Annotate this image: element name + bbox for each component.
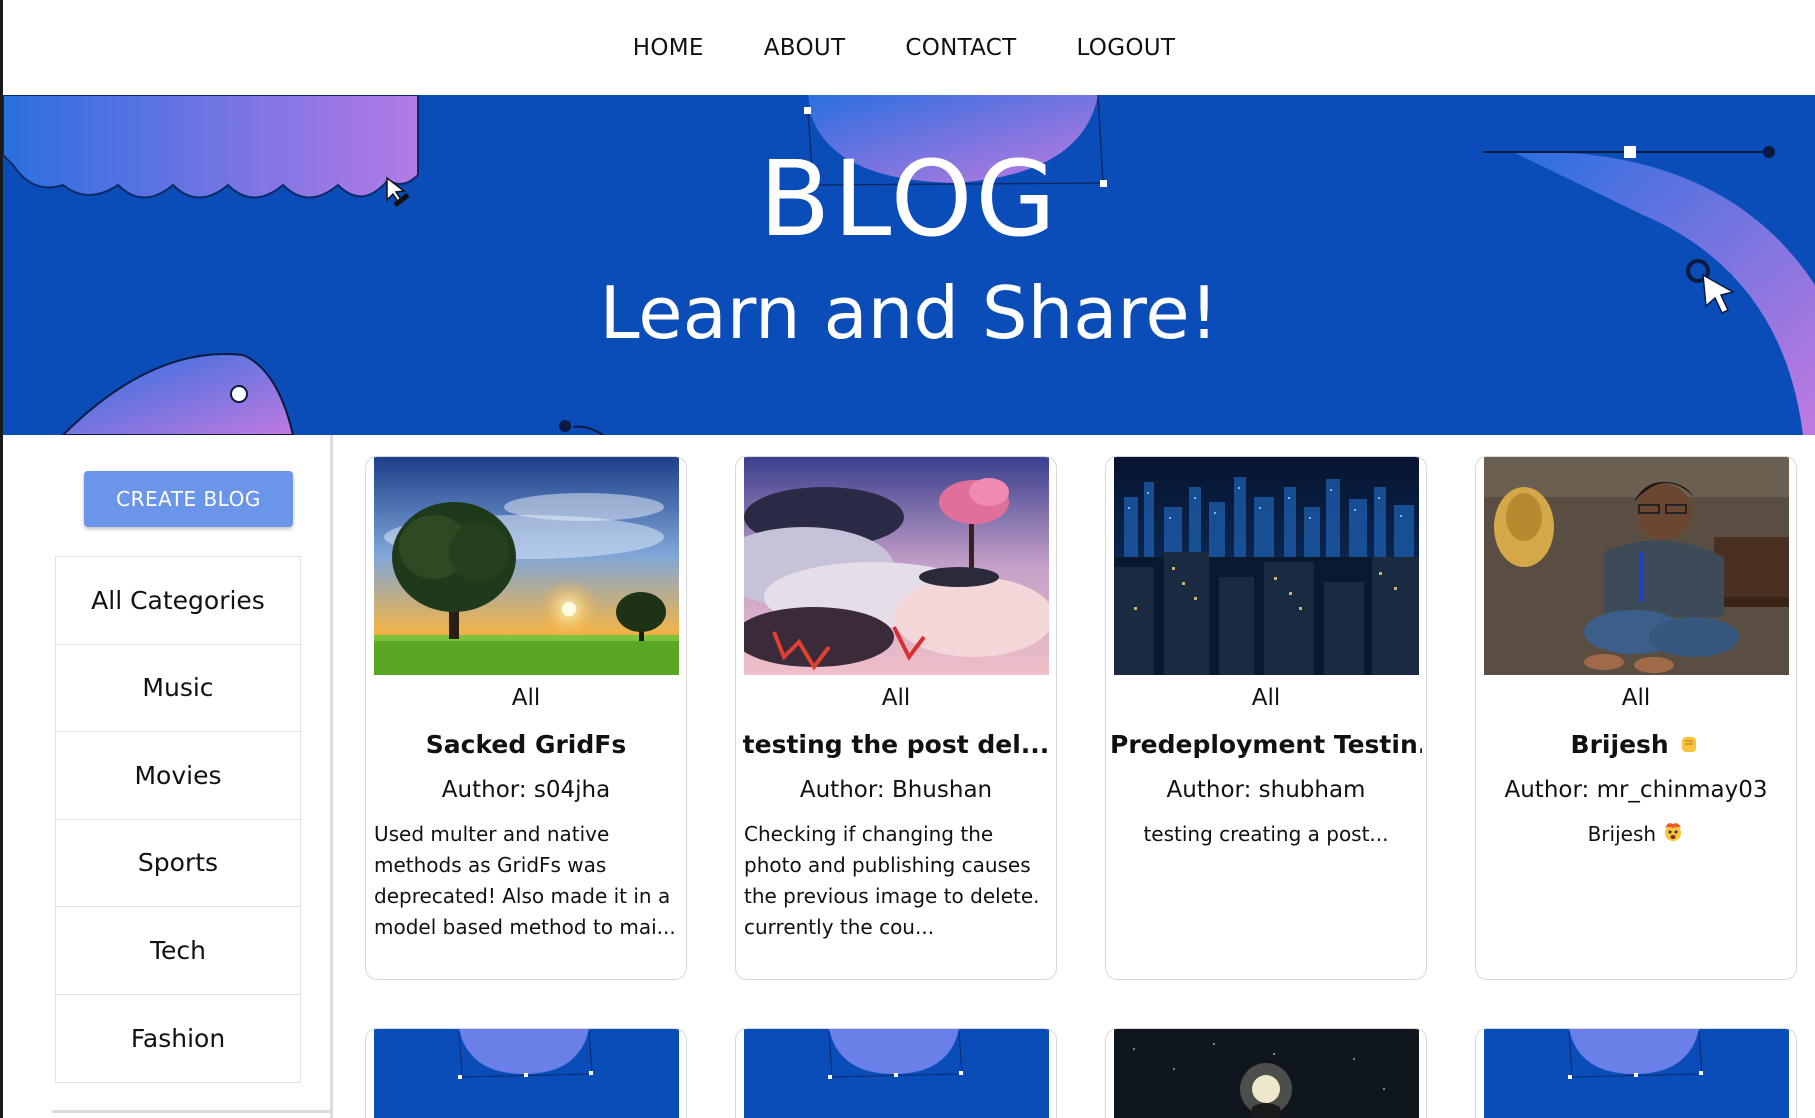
post-title[interactable]: Sacked GridFs [370, 730, 682, 759]
post-category: All [511, 685, 541, 711]
post-title[interactable]: Brijesh [1480, 730, 1792, 761]
post-description: Checking if changing the photo and publi… [744, 822, 1040, 939]
post-card[interactable] [1105, 1028, 1427, 1118]
post-description: Brijesh [1484, 819, 1788, 851]
nav-logout-link[interactable]: LOGOUT [1047, 35, 1206, 61]
post-image-galaxy-night [1114, 1029, 1419, 1118]
category-sports[interactable]: Sports [56, 820, 300, 907]
post-title-text: Brijesh [1570, 730, 1669, 759]
post-card[interactable] [365, 1028, 687, 1118]
hero-banner: BLOG Learn and Share! [3, 95, 1815, 435]
nav-about-link[interactable]: ABOUT [734, 35, 876, 61]
category-fashion[interactable]: Fashion [56, 995, 300, 1083]
nav-contact-link[interactable]: CONTACT [875, 35, 1046, 61]
hero-subtitle: Learn and Share! [599, 271, 1219, 355]
post-image-blog-banner [744, 1029, 1049, 1118]
post-category: All [881, 685, 911, 711]
post-category: All [1251, 685, 1281, 711]
post-image-city-night [1114, 457, 1419, 675]
post-author: Author: mr_chinmay03 [1504, 777, 1768, 803]
window-edge [0, 0, 3, 1118]
post-card[interactable]: All testing the post del... Author: Bhus… [735, 456, 1057, 980]
post-image-tree-sunset [374, 457, 679, 675]
category-tech[interactable]: Tech [56, 907, 300, 995]
post-description: Used multer and native methods as GridFs… [374, 822, 676, 939]
top-navbar: HOME ABOUT CONTACT LOGOUT [3, 0, 1815, 95]
post-description-text: Brijesh [1587, 822, 1657, 846]
post-image-blog-banner [1484, 1029, 1789, 1118]
sidebar-divider [52, 1110, 333, 1113]
post-image-person-sitting [1484, 457, 1789, 675]
post-author: Author: shubham [1166, 777, 1366, 803]
exploding-head-icon [1662, 820, 1684, 851]
category-all[interactable]: All Categories [56, 557, 300, 645]
post-description: testing creating a post... [1143, 822, 1389, 846]
category-movies[interactable]: Movies [56, 732, 300, 820]
nav-home-link[interactable]: HOME [603, 35, 734, 61]
category-sidebar: CREATE BLOG All Categories Music Movies … [3, 435, 333, 1118]
create-blog-button[interactable]: CREATE BLOG [84, 471, 293, 527]
main-nav: HOME ABOUT CONTACT LOGOUT [603, 35, 1205, 61]
post-card[interactable]: All Brijesh Author: mr_chinmay03 Brijesh [1475, 456, 1797, 980]
post-card[interactable] [1475, 1028, 1797, 1118]
post-author: Author: Bhushan [799, 777, 993, 803]
post-card[interactable]: All Sacked GridFs Author: s04jha Used mu… [365, 456, 687, 980]
category-music[interactable]: Music [56, 645, 300, 732]
post-image-fantasy-clouds [744, 457, 1049, 675]
post-card[interactable] [735, 1028, 1057, 1118]
hero-title: BLOG [758, 138, 1060, 260]
post-card[interactable]: All Predeployment Testin... Author: shub… [1105, 456, 1427, 980]
post-author: Author: s04jha [441, 777, 611, 803]
category-list: All Categories Music Movies Sports Tech … [55, 556, 301, 1083]
post-title[interactable]: testing the post del... [740, 730, 1052, 759]
fist-emoji-icon [1677, 731, 1701, 761]
post-image-blog-banner [374, 1029, 679, 1118]
post-title[interactable]: Predeployment Testin... [1110, 730, 1422, 759]
post-category: All [1621, 685, 1651, 711]
